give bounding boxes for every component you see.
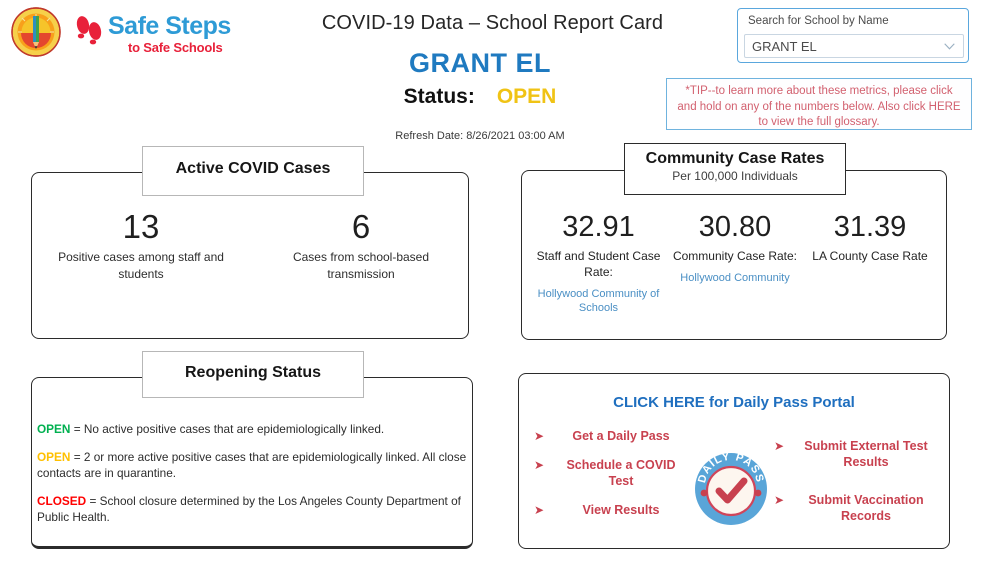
reopening-status-body: OPEN = No active positive cases that are…: [37, 421, 469, 537]
reopening-rule-text-1: = No active positive cases that are epid…: [70, 422, 385, 436]
active-covid-cases-header: Active COVID Cases: [142, 146, 364, 196]
metric-school-transmission-value: 6: [351, 208, 371, 245]
rate-staff-student-link[interactable]: Hollywood Community of Schools: [521, 287, 676, 315]
metric-positive-cases-caption: Positive cases among staff and students: [58, 250, 224, 281]
reopening-status-title: Reopening Status: [184, 364, 321, 381]
arrow-bullet-icon: ➤: [774, 439, 785, 453]
metric-positive-cases-value: 13: [122, 208, 160, 245]
daily-pass-left-links: ➤ Get a Daily Pass ➤ Schedule a COVID Te…: [534, 428, 686, 531]
reopening-rule-open-green: OPEN = No active positive cases that are…: [37, 421, 469, 438]
safe-steps-tagline: to Safe Schools: [128, 40, 223, 55]
daily-pass-right-links: ➤ Submit External Test Results ➤ Submit …: [774, 438, 936, 537]
active-covid-cases-title: Active COVID Cases: [175, 160, 331, 177]
link-submit-external-test-results-label: Submit External Test Results: [804, 439, 928, 469]
status-row: Status: OPEN: [250, 85, 710, 109]
school-search-value: GRANT EL: [752, 39, 817, 54]
metric-school-transmission-caption: Cases from school-based transmission: [292, 250, 430, 281]
school-name: GRANT EL: [409, 48, 551, 78]
chevron-down-icon[interactable]: [944, 43, 955, 50]
school-search-select[interactable]: GRANT EL: [744, 34, 964, 58]
metric-positive-cases[interactable]: 13 Positive cases among staff and studen…: [46, 208, 236, 283]
rate-staff-student-value: 32.91: [562, 211, 635, 243]
rate-community[interactable]: 30.80 Community Case Rate: Hollywood Com…: [660, 210, 810, 285]
link-submit-external-test-results[interactable]: ➤ Submit External Test Results: [774, 438, 936, 470]
status-label: Status:: [403, 85, 475, 108]
link-get-a-daily-pass-label: Get a Daily Pass: [572, 429, 670, 443]
school-search-box: Search for School by Name GRANT EL: [737, 8, 969, 63]
reopening-keyword-open-green: OPEN: [37, 422, 71, 436]
rate-la-county[interactable]: 31.39 LA County Case Rate: [800, 210, 940, 264]
rate-community-value: 30.80: [698, 211, 772, 243]
reopening-rule-open-gold: OPEN = 2 or more active positive cases t…: [37, 449, 469, 482]
rate-community-link[interactable]: Hollywood Community: [660, 271, 810, 285]
link-submit-vaccination-records[interactable]: ➤ Submit Vaccination Records: [774, 492, 936, 524]
rate-community-caption: Community Case Rate:: [672, 249, 798, 263]
reopening-rule-closed: CLOSED = School closure determined by th…: [37, 493, 469, 526]
link-get-a-daily-pass[interactable]: ➤ Get a Daily Pass: [534, 428, 686, 444]
community-case-rates-title: Community Case Rates: [645, 150, 825, 167]
daily-pass-portal-title[interactable]: CLICK HERE for Daily Pass Portal: [518, 394, 950, 411]
link-submit-vaccination-records-label: Submit Vaccination Records: [808, 493, 924, 523]
link-schedule-a-covid-test[interactable]: ➤ Schedule a COVID Test: [534, 457, 686, 489]
metric-school-transmission[interactable]: 6 Cases from school-based transmission: [272, 208, 450, 283]
rate-staff-student-caption: Staff and Student Case Rate:: [536, 249, 661, 279]
rate-staff-student[interactable]: 32.91 Staff and Student Case Rate: Holly…: [521, 210, 676, 315]
arrow-bullet-icon: ➤: [534, 503, 545, 517]
link-schedule-a-covid-test-label: Schedule a COVID Test: [566, 458, 676, 488]
reopening-keyword-closed: CLOSED: [37, 493, 87, 508]
reopening-rule-text-3: = School closure determined by the Los A…: [37, 493, 461, 525]
daily-pass-check-badge-icon[interactable]: DAILY PASS: [694, 451, 768, 526]
link-view-results[interactable]: ➤ View Results: [534, 502, 686, 518]
status-badge: OPEN: [496, 85, 557, 108]
refresh-date: Refresh Date: 8/26/2021 03:00 AM: [395, 130, 565, 142]
arrow-bullet-icon: ➤: [534, 458, 545, 472]
reopening-keyword-open-gold: OPEN: [37, 449, 71, 464]
rate-la-county-caption: LA County Case Rate: [812, 249, 928, 263]
arrow-bullet-icon: ➤: [774, 493, 785, 507]
link-view-results-label: View Results: [582, 503, 660, 517]
search-label: Search for School by Name: [748, 15, 889, 27]
community-case-rates-subtitle: Per 100,000 Individuals: [672, 169, 798, 183]
tip-box: *TIP--to learn more about these metrics,…: [666, 78, 972, 130]
reopening-rule-text-2: = 2 or more active positive cases that a…: [37, 449, 467, 481]
reopening-status-header: Reopening Status: [142, 351, 364, 398]
arrow-bullet-icon: ➤: [534, 429, 545, 443]
community-case-rates-header: Community Case Rates Per 100,000 Individ…: [624, 143, 846, 195]
rate-la-county-value: 31.39: [833, 211, 907, 243]
